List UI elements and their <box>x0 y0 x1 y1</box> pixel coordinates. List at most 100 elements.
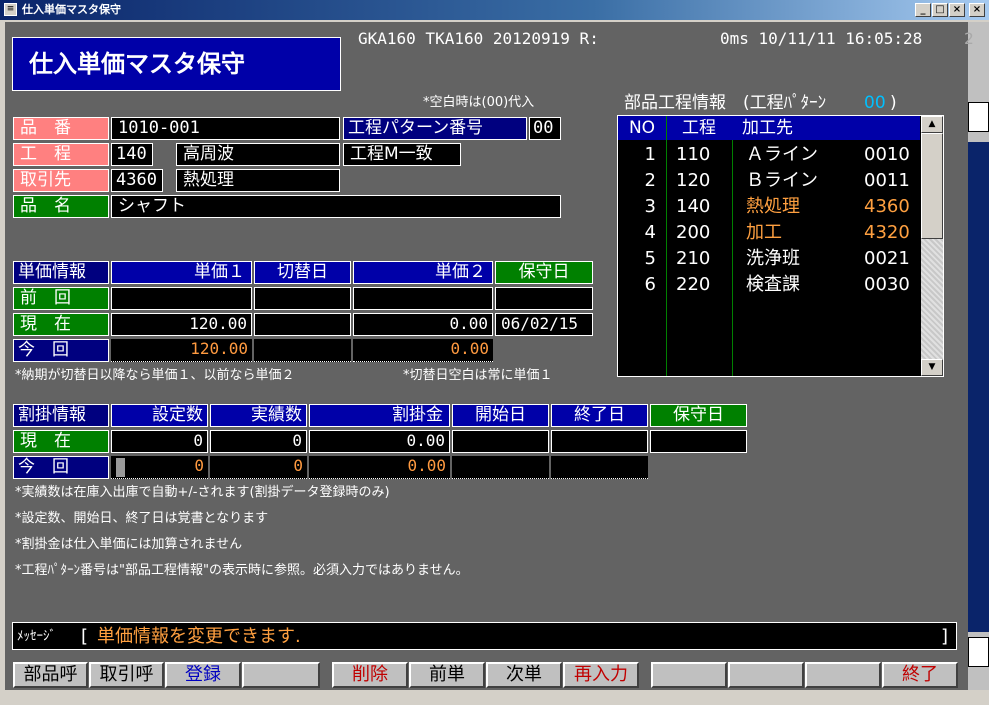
this-price2-field[interactable]: 0.00 <box>353 339 493 362</box>
maximize-button[interactable]: □ <box>932 3 948 17</box>
row-no: 1 <box>644 144 656 165</box>
discount-note-3: *割掛金は仕入単価には加算されません <box>15 537 243 552</box>
discount-this-actual-field[interactable]: 0 <box>210 456 307 479</box>
prev-price1 <box>111 287 252 310</box>
list-item[interactable]: 1 110 Ａライン 0010 <box>618 142 920 168</box>
price-info-title: 単価情報 <box>13 261 109 284</box>
list-item[interactable]: 2 120 Ｂライン 0011 <box>618 168 920 194</box>
process-name: 高周波 <box>176 143 340 166</box>
part-no-label: 品 番 <box>13 117 109 140</box>
process-info-title-code: 00 <box>864 93 886 113</box>
discount-this-end-field[interactable] <box>551 456 648 479</box>
message-bracket-close: ] <box>941 626 949 647</box>
discount-current-start <box>452 430 549 453</box>
row-code: 0021 <box>864 248 910 269</box>
scroll-thumb[interactable] <box>921 133 943 239</box>
discount-current-amount: 0.00 <box>309 430 450 453</box>
this-price1-field[interactable]: 120.00 <box>111 339 252 362</box>
row-process: 220 <box>676 274 711 295</box>
title-bar[interactable] <box>0 0 989 20</box>
list-item[interactable]: 3 140 熱処理 4360 <box>618 194 920 220</box>
process-label: 工 程 <box>13 143 109 166</box>
discount-note-1: *実績数は在庫入出庫で自動+/-されます(割掛データ登録時のみ) <box>15 485 390 500</box>
row-no: 4 <box>644 222 656 243</box>
row-dest: 検査課 <box>746 274 800 295</box>
process-list[interactable]: NO 工程 加工先 1 110 Ａライン 0010 2 120 Ｂライン 001… <box>617 115 944 377</box>
col-maint-date: 保守日 <box>495 261 593 284</box>
price-note-left: *納期が切替日以降なら単価１、以前なら単価２ <box>15 368 295 383</box>
outer-close-button[interactable]: × <box>969 3 985 17</box>
edge-char: 2 <box>964 29 974 48</box>
text-cursor <box>116 458 125 477</box>
close-button[interactable]: × <box>949 3 965 17</box>
row-process: 210 <box>676 248 711 269</box>
scroll-down-icon[interactable]: ▼ <box>921 359 943 376</box>
col-discount-maint: 保守日 <box>650 404 747 427</box>
list-header-no: NO <box>628 118 656 138</box>
col-switch-date: 切替日 <box>254 261 351 284</box>
col-discount-amount: 割掛金 <box>309 404 450 427</box>
window-title: 仕入単価マスタ保守 <box>22 3 121 16</box>
discount-note-4: *工程ﾊﾟﾀｰﾝ番号は"部品工程情報"の表示時に参照。必須入力ではありません。 <box>15 563 469 578</box>
part-no-field[interactable]: 1010-001 <box>111 117 340 140</box>
current-price2: 0.00 <box>353 313 493 336</box>
f6-prev-button[interactable]: 前単 <box>409 662 485 688</box>
prev-price2 <box>353 287 493 310</box>
row-no: 5 <box>644 248 656 269</box>
f8-reenter-button[interactable]: 再入力 <box>563 662 639 688</box>
col-price2: 単価２ <box>353 261 493 284</box>
pattern-field[interactable]: 00 <box>529 117 561 140</box>
row-this-label: 今 回 <box>13 339 109 362</box>
f11-button[interactable] <box>805 662 881 688</box>
discount-this-amount-field[interactable]: 0.00 <box>309 456 450 479</box>
price-note-right: *切替日空白は常に単価１ <box>403 368 553 383</box>
process-info-title: 部品工程情報 (工程ﾊﾟﾀｰﾝ <box>624 93 827 113</box>
background-window-edge <box>968 22 989 690</box>
scroll-up-icon[interactable]: ▲ <box>921 116 943 133</box>
supplier-code-field[interactable]: 4360 <box>111 169 163 192</box>
f2-supplier-lookup-button[interactable]: 取引呼 <box>89 662 164 688</box>
row-code: 4320 <box>864 222 910 243</box>
list-item[interactable]: 5 210 洗浄班 0021 <box>618 246 920 272</box>
row-process: 200 <box>676 222 711 243</box>
current-price1: 120.00 <box>111 313 252 336</box>
f3-register-button[interactable]: 登録 <box>165 662 241 688</box>
name-field[interactable]: シャフト <box>111 195 561 218</box>
f4-button[interactable] <box>242 662 320 688</box>
discount-current-actual: 0 <box>210 430 307 453</box>
prev-switch <box>254 287 351 310</box>
col-start-date: 開始日 <box>452 404 549 427</box>
row-dest: Ｂライン <box>746 170 818 191</box>
f7-next-button[interactable]: 次単 <box>486 662 562 688</box>
f12-exit-button[interactable]: 終了 <box>882 662 958 688</box>
f10-button[interactable] <box>728 662 804 688</box>
minimize-button[interactable]: _ <box>915 3 931 17</box>
col-set-qty: 設定数 <box>111 404 208 427</box>
screen-title: 仕入単価マスタ保守 <box>12 37 341 91</box>
discount-current-maint <box>650 430 747 453</box>
supplier-label: 取引先 <box>13 169 109 192</box>
supplier-name: 熱処理 <box>176 169 340 192</box>
list-header-dest: 加工先 <box>742 118 793 138</box>
discount-this-start-field[interactable] <box>452 456 549 479</box>
clock: 0ms 10/11/11 16:05:28 <box>720 29 923 48</box>
row-current-label: 現 在 <box>13 313 109 336</box>
discount-current-label: 現 在 <box>13 430 109 453</box>
f5-delete-button[interactable]: 削除 <box>332 662 408 688</box>
app-icon[interactable]: ≡ <box>4 3 17 16</box>
discount-this-set-field[interactable]: 0 <box>111 456 208 479</box>
list-item[interactable]: 6 220 検査課 0030 <box>618 272 920 298</box>
discount-this-label: 今 回 <box>13 456 109 479</box>
f9-button[interactable] <box>651 662 727 688</box>
this-switch-field[interactable] <box>254 339 351 362</box>
f1-part-lookup-button[interactable]: 部品呼 <box>13 662 88 688</box>
row-dest: Ａライン <box>746 144 818 165</box>
process-code-field[interactable]: 140 <box>111 143 153 166</box>
row-process: 140 <box>676 196 711 217</box>
message-bar: ﾒｯｾｰｼﾞ [ 単価情報を変更できます. ] <box>12 622 957 650</box>
current-switch <box>254 313 351 336</box>
col-price1: 単価１ <box>111 261 252 284</box>
row-code: 4360 <box>864 196 910 217</box>
row-code: 0010 <box>864 144 910 165</box>
list-item[interactable]: 4 200 加工 4320 <box>618 220 920 246</box>
